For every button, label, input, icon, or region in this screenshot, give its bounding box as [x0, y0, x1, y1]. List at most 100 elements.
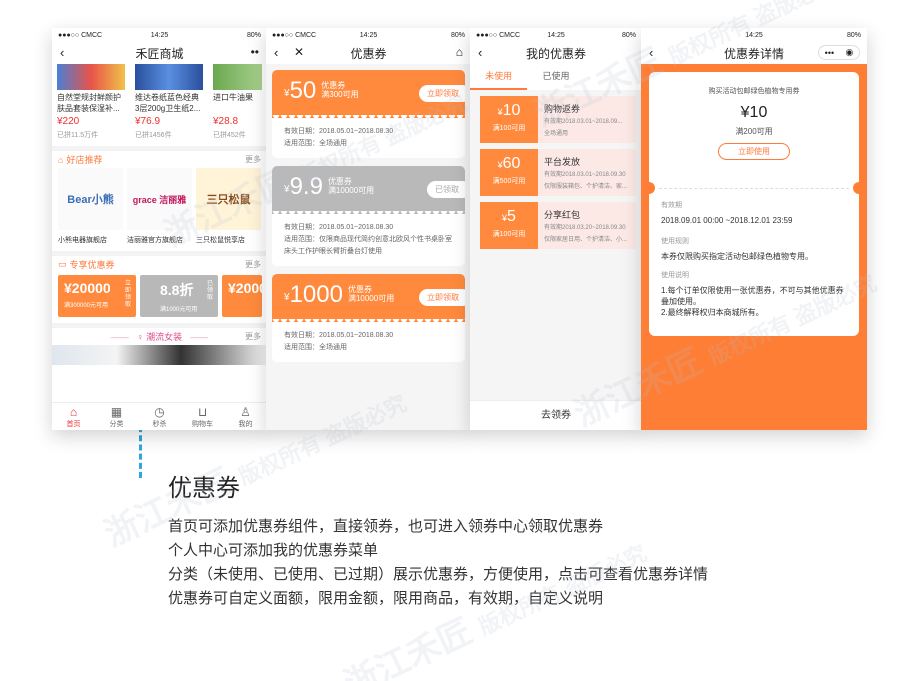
product-image [213, 64, 262, 90]
coupon-status-tabs: 未使用 已使用 [470, 64, 642, 90]
product-list: 自然堂规封鲜颜护肤品套装保湿补... ¥220 已拼11.5万件 维达卷纸蓝色经… [52, 64, 267, 146]
coupon-period: 有效期2018.03.01~2018.09... [544, 119, 623, 125]
coupon-condition: 满300可用 [321, 90, 359, 99]
product-name: 自然堂规封鲜颜护肤品套装保湿补... [57, 93, 121, 113]
back-icon[interactable]: ‹ [274, 45, 278, 60]
coupon-detail-screen: 14:25 80% ‹ 优惠券详情 ••• ◉ 购买活动包邮绿色植物专用券 ¥10… [641, 28, 867, 430]
coupon-amount: 1000 [289, 281, 343, 308]
shops-more-link[interactable]: 更多 [245, 154, 261, 165]
claim-button[interactable]: 立即领取 [419, 85, 465, 102]
back-icon[interactable]: ‹ [649, 45, 653, 60]
more-icon[interactable]: •• [251, 45, 259, 59]
shop-card[interactable]: grace 洁丽雅 洁丽雅官方旗舰店 [127, 168, 192, 245]
fashion-more-link[interactable]: 更多 [245, 331, 261, 342]
product-price: ¥220 [57, 116, 80, 127]
user-icon: ♙ [240, 405, 251, 419]
coupon-card: ¥ 50 优惠券 满300可用 立即领取 有效日期：2018.05.01~2018… [272, 70, 465, 158]
more-icon[interactable]: ••• [825, 48, 834, 58]
nav-bar: ‹ ✕ 优惠券 ⌂ [266, 42, 471, 64]
capsule-menu[interactable]: ••• ◉ [818, 45, 860, 60]
coupon-amount: 60 [502, 155, 521, 172]
battery-label: 80% [846, 31, 861, 39]
exclusive-coupon[interactable]: ¥20000 满300000元可用 立即领取 [58, 275, 136, 317]
carrier-label: ●●●○○ CMCC [476, 31, 521, 39]
section-title: 优惠券 [168, 475, 240, 502]
tab-label: 我的 [238, 421, 253, 428]
claimed-label: 已领取 [427, 181, 465, 198]
coupon-value: ¥2000 [228, 280, 267, 296]
product-card[interactable]: 进口牛油果 ¥28.8 已拼452件 [208, 64, 267, 146]
my-coupon-item[interactable]: ¥60 满500可用 平台发放 有效期2018.03.01~2018.09.30… [480, 149, 636, 196]
tab-used[interactable]: 已使用 [527, 64, 584, 90]
coupon-condition: 满10000可用 [347, 294, 395, 303]
coupon-condition: 满500可用 [492, 178, 526, 185]
battery-label: 80% [450, 31, 465, 39]
get-coupons-button[interactable]: 去领券 [470, 400, 642, 430]
tab-flash-sale[interactable]: ◷ 秒杀 [138, 403, 181, 430]
use-now-button[interactable]: 立即使用 [718, 143, 790, 160]
coupon-amount: 50 [289, 77, 317, 104]
coupon-scope: 适用范围：全场通用 [284, 140, 347, 147]
tab-category[interactable]: ▦ 分类 [95, 403, 138, 430]
fashion-title: 潮流女装 [146, 332, 183, 342]
back-icon[interactable]: ‹ [60, 45, 64, 60]
carrier-label: ●●●○○ CMCC [272, 31, 317, 39]
clock: 14:25 [745, 31, 763, 39]
carrier-label: ●●●○○ CMCC [58, 31, 103, 39]
shop-card[interactable]: 三只松鼠 三只松鼠悦享店 [196, 168, 261, 245]
valid-value: 2018.09.01 00:00 ~2018.12.01 23:59 [661, 216, 793, 225]
status-bar: ●●●○○ CMCC 14:25 80% [266, 28, 471, 42]
fashion-image [52, 345, 267, 365]
tab-unused[interactable]: 未使用 [470, 64, 528, 90]
claim-button[interactable]: 立即领取 [419, 289, 465, 306]
product-image [135, 64, 203, 90]
description-line: 优惠券可自定义面额，限用金额，限用商品，有效期，自定义说明 [168, 590, 604, 607]
exclusive-coupon[interactable]: ¥2000 [222, 275, 267, 317]
close-icon[interactable]: ✕ [294, 45, 304, 59]
status-bar: ●●●○○ CMCC 14:25 80% [52, 28, 267, 42]
back-icon[interactable]: ‹ [478, 45, 482, 60]
coupon-name: 购物返券 [544, 104, 581, 114]
valid-label: 有效期 [661, 202, 682, 209]
coupon-scope: 适用范围：全场通用 [284, 344, 347, 351]
exclusive-title: 专享优惠券 [69, 260, 115, 270]
note-line: 1.每个订单仅限使用一张优惠券，不可与其他优惠券叠加使用。 [661, 286, 844, 306]
product-price: ¥28.8 [213, 116, 239, 127]
exclusive-more-link[interactable]: 更多 [245, 259, 261, 270]
coupon-type: 优惠券 [321, 81, 346, 90]
my-coupon-item[interactable]: ¥10 满100可用 购物返券 有效期2018.03.01~2018.09...… [480, 96, 636, 143]
exclusive-coupon[interactable]: 8.8折 满1000元可用 已领取 [140, 275, 218, 317]
product-card[interactable]: 维达卷纸蓝色经典3层200g卫生纸2... ¥76.9 已拼1456件 [130, 64, 208, 146]
battery-label: 80% [621, 31, 636, 39]
shop-card[interactable]: Bear小熊 小熊电器旗舰店 [58, 168, 123, 245]
coupon-card: ¥ 1000 优惠券 满10000可用 立即领取 有效日期：2018.05.01~… [272, 274, 465, 362]
section-description: 首页可添加优惠券组件，直接领券，也可进入领券中心领取优惠券 个人中心可添加我的优… [168, 515, 708, 611]
coupon-condition: 满100可用 [492, 231, 526, 238]
status-bar: 14:25 80% [641, 28, 867, 42]
home-icon[interactable]: ⌂ [456, 45, 463, 59]
tab-label: 秒杀 [152, 421, 167, 428]
coupon-type: 优惠券 [327, 177, 352, 186]
tab-profile[interactable]: ♙ 我的 [224, 403, 267, 430]
tab-home[interactable]: ⌂ 首页 [52, 403, 95, 430]
shop-icon: ⌂ [58, 154, 64, 165]
tab-label: 购物车 [192, 421, 213, 428]
product-name: 维达卷纸蓝色经典3层200g卫生纸2... [135, 93, 201, 113]
tab-cart[interactable]: ⊔ 购物车 [181, 403, 224, 430]
coupon-claim-button[interactable]: 立即领取 [125, 281, 134, 309]
nav-bar: ‹ 禾匠商城 •• [52, 42, 267, 64]
tab-expired[interactable] [585, 64, 642, 90]
my-coupon-item[interactable]: ¥5 满100可用 分享红包 有效期2018.03.20~2018.09.30 … [480, 202, 636, 249]
description-line: 首页可添加优惠券组件，直接领券，也可进入领券中心领取优惠券 [168, 518, 604, 535]
product-sold: 已拼1456件 [135, 132, 172, 139]
fashion-header: —— ♀ 潮流女装 —— 更多 [52, 323, 267, 345]
coupon-period: 有效日期：2018.05.01~2018.08.30 [284, 128, 394, 135]
shop-logo: Bear小熊 [58, 168, 123, 230]
coupon-period: 有效日期：2018.05.01~2018.08.30 [284, 224, 394, 231]
coupon-claimed-label: 已领取 [207, 281, 214, 301]
product-price: ¥76.9 [135, 116, 161, 127]
description-line: 分类（未使用、已使用、已过期）展示优惠券，方便使用，点击可查看优惠券详情 [168, 566, 709, 583]
target-icon[interactable]: ◉ [845, 47, 853, 58]
product-card[interactable]: 自然堂规封鲜颜护肤品套装保湿补... ¥220 已拼11.5万件 [52, 64, 130, 146]
coupon-period: 有效期2018.03.20~2018.09.30 [544, 225, 626, 231]
